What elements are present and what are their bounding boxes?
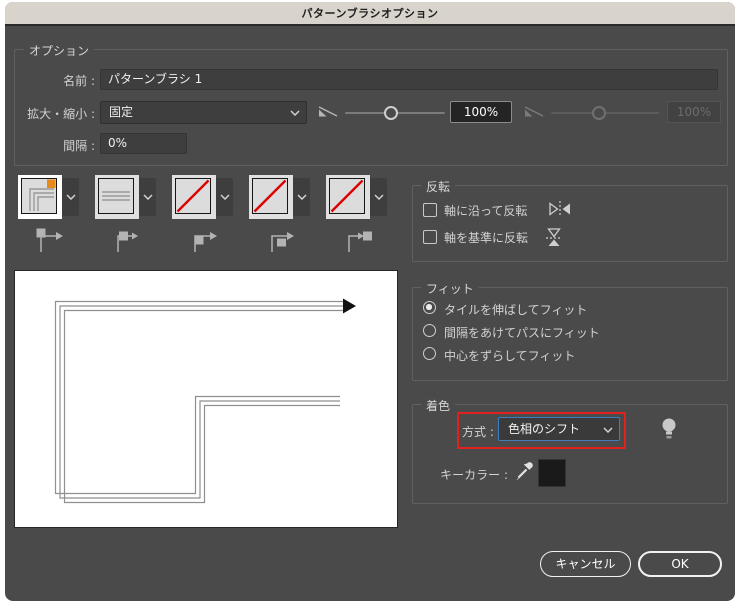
flip-across-label: 軸を基準に反転 bbox=[444, 231, 529, 245]
outer-corner-tile bbox=[18, 175, 79, 219]
side-tile-thumb[interactable] bbox=[95, 175, 139, 219]
scale-slider-handle[interactable] bbox=[384, 106, 398, 120]
start-tile bbox=[249, 175, 310, 219]
end-tile-preview bbox=[329, 178, 365, 214]
fit-stretch-label: タイルを伸ばしてフィット bbox=[444, 303, 588, 317]
fit-approximate-label: 中心をずらしてフィット bbox=[444, 349, 576, 363]
fit-stretch-radio[interactable] bbox=[423, 301, 436, 314]
scale-method-dropdown[interactable]: 固定 bbox=[100, 101, 307, 124]
flip-group bbox=[412, 185, 728, 262]
outer-corner-position-icon bbox=[33, 224, 65, 256]
inner-corner-tile-menu[interactable] bbox=[216, 178, 233, 216]
outer-corner-tile-menu[interactable] bbox=[62, 178, 79, 216]
brush-stroke-preview bbox=[14, 270, 398, 528]
chevron-down-icon bbox=[373, 194, 384, 200]
scale-percent-field[interactable]: 100% bbox=[450, 101, 512, 123]
cancel-button[interactable]: キャンセル bbox=[540, 551, 631, 577]
chevron-down-icon bbox=[603, 427, 613, 433]
fit-add-space-radio[interactable] bbox=[423, 324, 436, 337]
options-group-label: オプション bbox=[24, 42, 95, 59]
flip-across-checkbox[interactable] bbox=[423, 230, 437, 244]
side-tile bbox=[95, 175, 156, 219]
method-label: 方式 : bbox=[462, 425, 494, 439]
variation-slider-handle-disabled bbox=[592, 106, 606, 120]
end-tile-menu[interactable] bbox=[370, 178, 387, 216]
outer-corner-tile-preview bbox=[21, 178, 57, 214]
colorization-method-value: 色相のシフト bbox=[508, 422, 581, 436]
preview-path bbox=[54, 298, 356, 504]
flip-along-checkbox[interactable] bbox=[423, 203, 437, 217]
side-tile-preview bbox=[98, 178, 134, 214]
pressure-slider-icon bbox=[317, 104, 339, 120]
fit-add-space-label: 間隔をあけてパスにフィット bbox=[444, 326, 600, 340]
chevron-down-icon bbox=[219, 194, 230, 200]
flip-along-label: 軸に沿って反転 bbox=[444, 204, 528, 218]
end-tile bbox=[326, 175, 387, 219]
chevron-down-icon bbox=[142, 194, 153, 200]
fit-approximate-radio[interactable] bbox=[423, 347, 436, 360]
spacing-label: 間隔 : bbox=[63, 139, 95, 153]
outer-corner-tile-thumb[interactable] bbox=[18, 175, 62, 219]
start-tile-preview bbox=[252, 178, 288, 214]
start-position-icon bbox=[264, 224, 296, 256]
side-position-icon bbox=[110, 224, 142, 256]
inner-corner-tile-preview bbox=[175, 178, 211, 214]
end-position-icon bbox=[341, 224, 373, 256]
colorization-group-label: 着色 bbox=[421, 397, 456, 414]
start-tile-menu[interactable] bbox=[293, 178, 310, 216]
side-tile-menu[interactable] bbox=[139, 178, 156, 216]
colorization-method-dropdown[interactable]: 色相のシフト bbox=[498, 417, 620, 441]
spacing-input[interactable]: 0% bbox=[100, 133, 187, 154]
flip-group-label: 反転 bbox=[421, 178, 456, 195]
inner-corner-position-icon bbox=[187, 224, 219, 256]
pressure-slider-icon-disabled bbox=[523, 104, 545, 120]
variation-percent-field-disabled: 100% bbox=[667, 101, 721, 123]
scale-method-value: 固定 bbox=[109, 105, 134, 119]
chevron-down-icon bbox=[296, 194, 307, 200]
dialog-titlebar: パターンブラシオプション bbox=[5, 2, 735, 26]
inner-corner-tile-thumb[interactable] bbox=[172, 175, 216, 219]
start-tile-thumb[interactable] bbox=[249, 175, 293, 219]
dialog-title: パターンブラシオプション bbox=[301, 7, 439, 20]
key-color-label: キーカラー : bbox=[440, 468, 508, 482]
ok-button[interactable]: OK bbox=[638, 551, 722, 577]
pattern-brush-options-dialog: パターンブラシオプション オプション 名前 : パターンブラシ 1 拡大・縮小 … bbox=[5, 2, 735, 601]
fit-group-label: フィット bbox=[421, 280, 479, 297]
flip-vertical-icon bbox=[546, 226, 562, 248]
end-tile-thumb[interactable] bbox=[326, 175, 370, 219]
chevron-down-icon bbox=[65, 194, 76, 200]
flip-horizontal-icon bbox=[547, 201, 573, 217]
scale-label: 拡大・縮小 : bbox=[27, 107, 95, 121]
name-input[interactable]: パターンブラシ 1 bbox=[100, 69, 718, 90]
chevron-down-icon bbox=[290, 110, 300, 116]
key-color-swatch[interactable] bbox=[538, 459, 566, 487]
inner-corner-tile bbox=[172, 175, 233, 219]
name-label: 名前 : bbox=[63, 74, 95, 88]
lightbulb-icon[interactable] bbox=[661, 417, 677, 441]
eyedropper-icon[interactable] bbox=[514, 460, 536, 482]
